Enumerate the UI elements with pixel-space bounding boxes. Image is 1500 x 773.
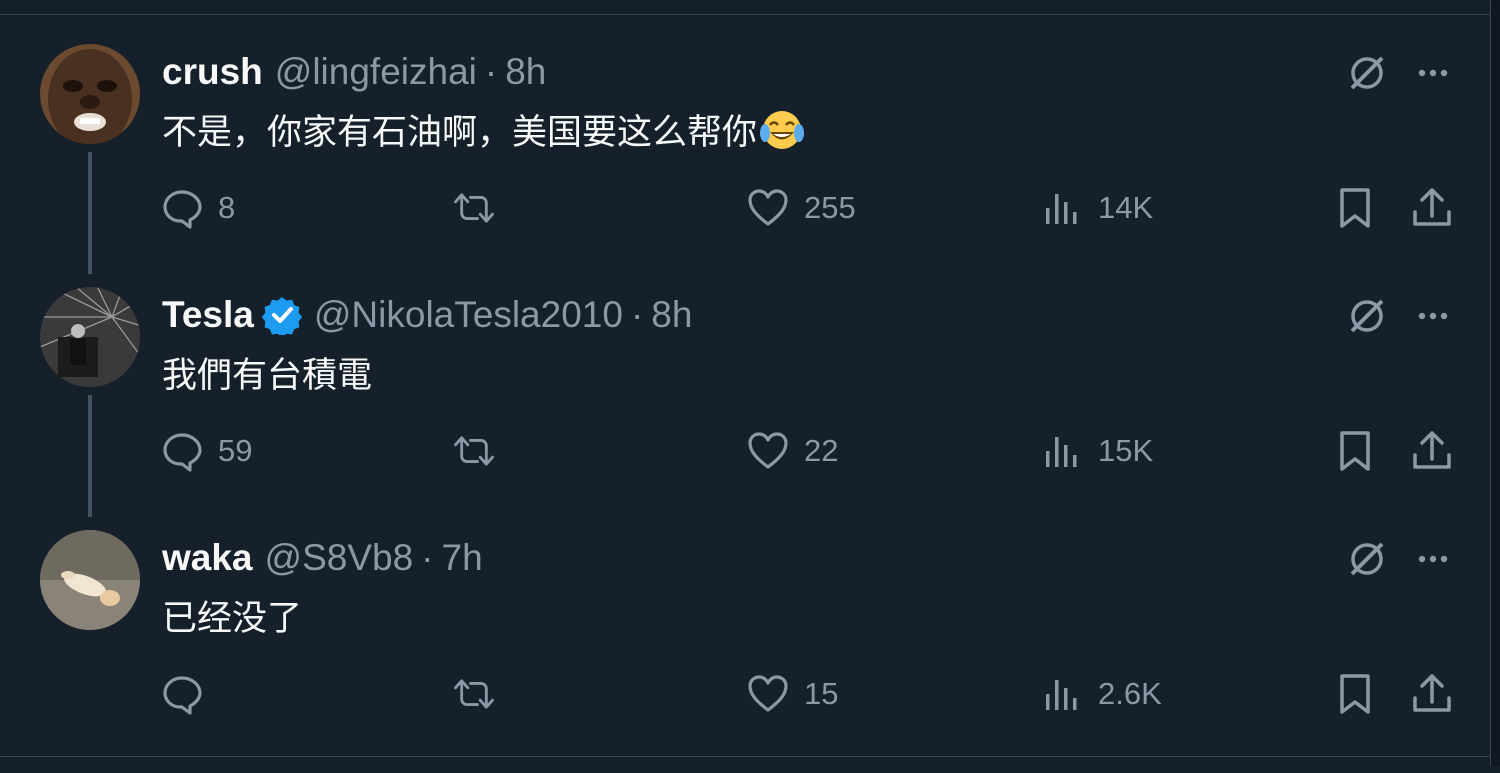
reply-button[interactable]: 8 bbox=[160, 184, 235, 232]
tweet-header: Tesla @NikolaTesla2010 · 8h bbox=[162, 294, 692, 336]
like-button[interactable]: 22 bbox=[746, 427, 838, 475]
face-with-tears-of-joy-icon bbox=[760, 110, 805, 149]
tweet-text-content: 已经没了 bbox=[162, 599, 303, 638]
tweet-header: waka @S8Vb8 · 7h bbox=[162, 537, 483, 579]
views-icon bbox=[1046, 680, 1077, 710]
reply-count: 8 bbox=[218, 190, 236, 225]
views-button[interactable]: 14K bbox=[1040, 184, 1153, 232]
tweet-text: 我們有台積電 bbox=[162, 347, 372, 398]
avatar-crush[interactable] bbox=[40, 44, 140, 144]
reply-icon bbox=[163, 190, 202, 229]
scrollbar-track[interactable] bbox=[1490, 0, 1500, 766]
more-icon[interactable] bbox=[1410, 50, 1456, 96]
like-icon bbox=[748, 675, 788, 712]
tweet-crush[interactable]: crush @lingfeizhai · 8h 不是，你家有石油啊，美国要这么帮… bbox=[0, 44, 1490, 287]
grok-icon[interactable] bbox=[1344, 50, 1390, 96]
like-icon bbox=[748, 432, 788, 469]
retweet-button[interactable] bbox=[452, 184, 510, 232]
share-icon bbox=[1413, 674, 1451, 712]
timestamp[interactable]: 8h bbox=[505, 51, 546, 93]
separator: · bbox=[484, 51, 498, 92]
grok-icon[interactable] bbox=[1344, 293, 1390, 339]
retweet-icon bbox=[454, 436, 494, 466]
tweet-text-content: 我們有台積電 bbox=[162, 356, 373, 395]
like-icon bbox=[748, 189, 788, 226]
more-icon[interactable] bbox=[1410, 293, 1456, 339]
share-button[interactable] bbox=[1410, 184, 1454, 232]
like-count: 22 bbox=[804, 433, 839, 468]
reply-icon bbox=[163, 433, 202, 472]
more-icon[interactable] bbox=[1410, 536, 1456, 582]
top-divider bbox=[0, 0, 1490, 15]
views-icon bbox=[1046, 194, 1077, 224]
timestamp[interactable]: 8h bbox=[651, 294, 692, 336]
bookmark-icon bbox=[1340, 674, 1370, 714]
user-handle[interactable]: @lingfeizhai bbox=[275, 51, 477, 93]
tweet-waka[interactable]: waka @S8Vb8 · 7h 已经没了 15 2.6K bbox=[0, 530, 1490, 773]
views-count: 2.6K bbox=[1098, 676, 1162, 711]
like-button[interactable]: 255 bbox=[746, 184, 856, 232]
thread-line bbox=[88, 395, 92, 517]
views-count: 15K bbox=[1098, 433, 1154, 468]
retweet-icon bbox=[454, 679, 494, 709]
views-count: 14K bbox=[1098, 190, 1154, 225]
reply-button[interactable]: 59 bbox=[160, 427, 252, 475]
retweet-button[interactable] bbox=[452, 670, 510, 718]
like-count: 15 bbox=[804, 676, 839, 711]
display-name[interactable]: Tesla bbox=[162, 294, 254, 336]
avatar-tesla[interactable] bbox=[40, 287, 140, 387]
tweet-text: 不是，你家有石油啊，美国要这么帮你 bbox=[162, 104, 805, 155]
bookmark-button[interactable] bbox=[1333, 427, 1377, 475]
display-name[interactable]: crush bbox=[162, 51, 263, 93]
share-icon bbox=[1413, 188, 1451, 226]
bookmark-icon bbox=[1340, 188, 1370, 228]
tweet-tesla[interactable]: Tesla @NikolaTesla2010 · 8h 我們有台積電 59 22… bbox=[0, 287, 1490, 530]
views-button[interactable]: 15K bbox=[1040, 427, 1153, 475]
separator: · bbox=[421, 537, 434, 578]
bookmark-icon bbox=[1340, 431, 1370, 471]
like-button[interactable]: 15 bbox=[746, 670, 838, 718]
separator: · bbox=[630, 294, 644, 335]
reply-button[interactable] bbox=[160, 670, 218, 718]
grok-icon[interactable] bbox=[1344, 536, 1390, 582]
retweet-icon bbox=[454, 193, 494, 223]
views-icon bbox=[1046, 437, 1077, 467]
tweet-text: 已经没了 bbox=[162, 590, 302, 641]
timestamp[interactable]: 7h bbox=[442, 537, 483, 579]
user-handle[interactable]: @NikolaTesla2010 bbox=[314, 294, 623, 336]
share-button[interactable] bbox=[1410, 427, 1454, 475]
bookmark-button[interactable] bbox=[1333, 670, 1377, 718]
like-count: 255 bbox=[804, 190, 856, 225]
share-icon bbox=[1413, 431, 1451, 469]
views-button[interactable]: 2.6K bbox=[1040, 670, 1162, 718]
reply-icon bbox=[163, 676, 202, 715]
thread-line bbox=[88, 152, 92, 274]
display-name[interactable]: waka bbox=[162, 537, 253, 579]
share-button[interactable] bbox=[1410, 670, 1454, 718]
avatar-waka[interactable] bbox=[40, 530, 140, 630]
tweet-header: crush @lingfeizhai · 8h bbox=[162, 51, 546, 93]
user-handle[interactable]: @S8Vb8 bbox=[265, 537, 414, 579]
tweet-text-content: 不是，你家有石油啊，美国要这么帮你 bbox=[162, 113, 758, 152]
retweet-button[interactable] bbox=[452, 427, 510, 475]
verified-badge-icon[interactable] bbox=[261, 295, 302, 335]
reply-count: 59 bbox=[218, 433, 253, 468]
bookmark-button[interactable] bbox=[1333, 184, 1377, 232]
